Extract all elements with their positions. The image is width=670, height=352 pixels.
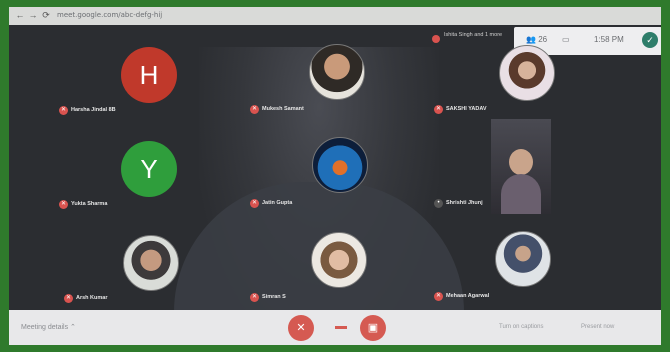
call-controls-bar: Meeting details ⌃ ✕ ▣ Turn on captions P… <box>9 310 661 345</box>
avatar: H <box>121 47 177 103</box>
mic-off-icon: ✕ <box>250 293 259 302</box>
reload-icon[interactable]: ⟳ <box>41 10 51 20</box>
participant-photo <box>499 45 555 101</box>
mic-off-icon: ✕ <box>296 322 306 334</box>
participant-face <box>509 149 533 175</box>
participant-name: Shrishti Jhunj <box>446 200 483 206</box>
mic-off-icon: ✕ <box>434 292 443 301</box>
browser-toolbar: ← → ⟳ meet.google.com/abc-defg-hij <box>9 7 661 25</box>
participant-name: Harsha Jindal 8B <box>71 107 116 113</box>
mic-on-icon: • <box>434 199 443 208</box>
mic-off-icon: ✕ <box>250 199 259 208</box>
user-avatar-icon[interactable]: ✓ <box>642 32 658 48</box>
back-icon[interactable]: ← <box>15 10 25 20</box>
participant-name: Jatin Gupta <box>262 200 293 206</box>
people-count-value: 26 <box>538 35 548 44</box>
participant-photo <box>309 44 365 100</box>
mic-toggle-button[interactable]: ✕ <box>288 315 314 341</box>
people-count[interactable]: 👥 26 <box>526 35 547 44</box>
camera-toggle-button[interactable]: ▣ <box>360 315 386 341</box>
join-notification: Ishita Singh and 1 more <box>429 31 509 55</box>
notification-text: Ishita Singh and 1 more <box>444 32 503 38</box>
mic-off-icon: ✕ <box>59 200 68 209</box>
notification-dot-icon <box>432 35 440 43</box>
chat-icon[interactable]: ▭ <box>562 35 570 44</box>
mic-off-icon: ✕ <box>64 294 73 303</box>
participant-name: Simran S <box>262 294 286 300</box>
present-now-button[interactable]: Present now <box>581 324 614 330</box>
participant-name: Mukesh Samant <box>262 106 304 112</box>
mic-off-icon: ✕ <box>250 105 259 114</box>
participant-photo <box>495 231 551 287</box>
address-bar[interactable]: meet.google.com/abc-defg-hij <box>57 11 162 19</box>
end-call-button[interactable] <box>335 326 347 329</box>
captions-button[interactable]: Turn on captions <box>499 324 543 330</box>
avatar: Y <box>121 141 177 197</box>
participant-name: SAKSHI YADAV <box>446 106 487 112</box>
participant-name: Arsh Kumar <box>76 295 108 301</box>
participant-body <box>501 174 541 214</box>
camera-off-icon: ▣ <box>367 322 379 334</box>
meeting-details-button[interactable]: Meeting details ⌃ <box>21 323 76 331</box>
meeting-window: ← → ⟳ meet.google.com/abc-defg-hij Ishit… <box>9 7 661 345</box>
mic-off-icon: ✕ <box>434 105 443 114</box>
participant-video <box>491 119 551 214</box>
mic-off-icon: ✕ <box>59 106 68 115</box>
clock-time: 1:58 PM <box>594 35 624 44</box>
participant-photo <box>123 235 179 291</box>
participant-name: Yukta Sharma <box>71 201 108 207</box>
forward-icon[interactable]: → <box>28 10 38 20</box>
participant-name: Mehaan Agarwal <box>446 293 490 299</box>
participant-photo <box>311 232 367 288</box>
participant-photo <box>312 137 368 193</box>
